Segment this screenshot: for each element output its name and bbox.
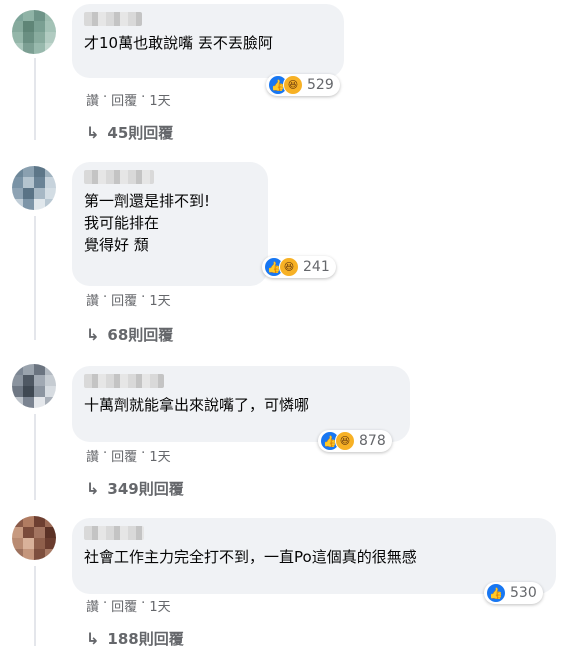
avatar[interactable] <box>12 364 56 408</box>
comment-actions: 讚 · 回覆 · 1天 <box>86 290 171 309</box>
reaction-summary[interactable]: 👍 😆 241 <box>262 256 336 278</box>
like-action[interactable]: 讚 <box>86 290 99 309</box>
reply-arrow-icon: ↳ <box>86 479 100 498</box>
comment-text: 社會工作主力完全打不到，一直Po這個真的很無感 <box>84 548 417 566</box>
reply-action[interactable]: 回覆 <box>111 596 137 615</box>
thread-line <box>34 414 36 500</box>
separator-dot: · <box>141 446 146 461</box>
reply-arrow-icon: ↳ <box>86 325 100 344</box>
like-action[interactable]: 讚 <box>86 596 99 615</box>
timestamp[interactable]: 1天 <box>149 290 170 309</box>
like-action[interactable]: 讚 <box>86 90 99 109</box>
reply-action[interactable]: 回覆 <box>111 446 137 465</box>
view-replies-link[interactable]: ↳ 349則回覆 <box>86 478 184 499</box>
separator-dot: · <box>141 90 146 105</box>
comment-text: 才10萬也敢說嘴 丟不丟臉阿 <box>84 34 273 52</box>
replies-count[interactable]: 349則回覆 <box>107 478 183 499</box>
separator-dot: · <box>103 446 108 461</box>
haha-icon: 😆 <box>335 431 355 451</box>
separator-dot: · <box>103 90 108 105</box>
reaction-count: 530 <box>510 585 537 601</box>
comment-text: 十萬劑就能拿出來說嘴了，可憐哪 <box>84 396 310 414</box>
reaction-summary[interactable]: 👍 😆 529 <box>266 74 340 96</box>
avatar[interactable] <box>12 516 56 560</box>
timestamp[interactable]: 1天 <box>149 446 170 465</box>
thread-line <box>34 58 36 140</box>
reaction-count: 241 <box>303 259 330 275</box>
comment-actions: 讚 · 回覆 · 1天 <box>86 90 171 109</box>
timestamp[interactable]: 1天 <box>149 90 170 109</box>
comment-actions: 讚 · 回覆 · 1天 <box>86 446 171 465</box>
avatar[interactable] <box>12 10 56 54</box>
comment-bubble: 第一劑還是排不到! 我可能排在 覺得好 頹 <box>72 162 268 286</box>
timestamp[interactable]: 1天 <box>149 596 170 615</box>
view-replies-link[interactable]: ↳ 45則回覆 <box>86 122 173 143</box>
avatar[interactable] <box>12 166 56 210</box>
commenter-name[interactable] <box>84 374 164 388</box>
haha-icon: 😆 <box>279 257 299 277</box>
separator-dot: · <box>103 596 108 611</box>
like-action[interactable]: 讚 <box>86 446 99 465</box>
thread-line <box>34 566 36 646</box>
reaction-summary[interactable]: 👍 😆 878 <box>318 430 392 452</box>
comment-bubble: 才10萬也敢說嘴 丟不丟臉阿 <box>72 4 344 78</box>
separator-dot: · <box>103 290 108 305</box>
reaction-count: 878 <box>359 433 386 449</box>
comment-actions: 讚 · 回覆 · 1天 <box>86 596 171 615</box>
reply-arrow-icon: ↳ <box>86 123 100 142</box>
replies-count[interactable]: 45則回覆 <box>107 122 173 143</box>
separator-dot: · <box>141 596 146 611</box>
replies-count[interactable]: 68則回覆 <box>107 324 173 345</box>
reaction-summary[interactable]: 👍 530 <box>484 582 543 604</box>
reaction-count: 529 <box>307 77 334 93</box>
reply-action[interactable]: 回覆 <box>111 90 137 109</box>
commenter-name[interactable] <box>84 12 142 26</box>
reply-action[interactable]: 回覆 <box>111 290 137 309</box>
haha-icon: 😆 <box>283 75 303 95</box>
reply-arrow-icon: ↳ <box>86 629 100 648</box>
comment-bubble: 社會工作主力完全打不到，一直Po這個真的很無感 <box>72 518 556 594</box>
comment-text: 第一劑還是排不到! 我可能排在 覺得好 頹 <box>84 192 211 254</box>
view-replies-link[interactable]: ↳ 68則回覆 <box>86 324 173 345</box>
commenter-name[interactable] <box>84 526 144 540</box>
commenter-name[interactable] <box>84 170 154 184</box>
like-icon: 👍 <box>486 583 506 603</box>
separator-dot: · <box>141 290 146 305</box>
thread-line <box>34 216 36 340</box>
